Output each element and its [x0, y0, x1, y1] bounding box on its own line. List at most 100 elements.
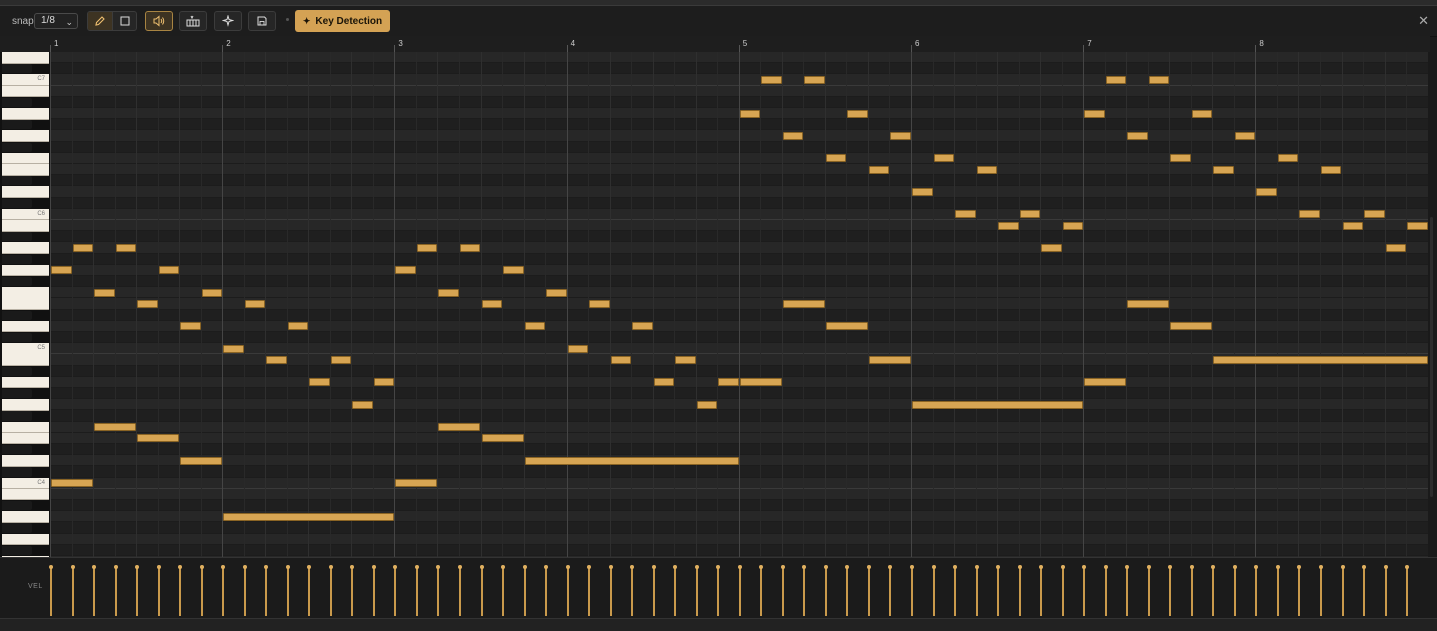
midi-note[interactable] — [374, 378, 395, 386]
midi-note[interactable] — [395, 266, 416, 274]
midi-note[interactable] — [352, 401, 373, 409]
midi-note[interactable] — [1170, 322, 1212, 330]
velocity-handle[interactable] — [1147, 565, 1151, 569]
scrollbar-thumb[interactable] — [1430, 217, 1433, 497]
midi-note[interactable] — [417, 244, 438, 252]
velocity-bar[interactable] — [610, 567, 612, 616]
velocity-bar[interactable] — [1255, 567, 1257, 616]
velocity-bar[interactable] — [265, 567, 267, 616]
velocity-bar[interactable] — [739, 567, 741, 616]
velocity-bar[interactable] — [631, 567, 633, 616]
velocity-handle[interactable] — [996, 565, 1000, 569]
velocity-handle[interactable] — [436, 565, 440, 569]
white-key[interactable] — [2, 534, 49, 546]
midi-note[interactable] — [1041, 244, 1062, 252]
velocity-handle[interactable] — [566, 565, 570, 569]
velocity-handle[interactable] — [802, 565, 806, 569]
midi-note[interactable] — [180, 457, 222, 465]
velocity-bar[interactable] — [1320, 567, 1322, 616]
velocity-bar[interactable] — [760, 567, 762, 616]
midi-note[interactable] — [1235, 132, 1256, 140]
black-key[interactable] — [2, 411, 32, 420]
select-tool-button[interactable] — [112, 12, 136, 30]
midi-note[interactable] — [223, 513, 394, 521]
velocity-handle[interactable] — [910, 565, 914, 569]
close-icon[interactable]: ✕ — [1418, 13, 1429, 29]
midi-note[interactable] — [568, 345, 589, 353]
note-grid[interactable] — [50, 52, 1428, 557]
velocity-handle[interactable] — [845, 565, 849, 569]
black-key[interactable] — [2, 311, 32, 320]
midi-note[interactable] — [202, 289, 223, 297]
midi-note[interactable] — [826, 154, 847, 162]
midi-note[interactable] — [1321, 166, 1342, 174]
timeline-ruler[interactable]: 12345678 — [50, 36, 1430, 53]
black-key[interactable] — [2, 232, 32, 241]
black-key[interactable] — [2, 98, 32, 107]
midi-note[interactable] — [934, 154, 955, 162]
velocity-bar[interactable] — [674, 567, 676, 616]
velocity-bar[interactable] — [416, 567, 418, 616]
velocity-bar[interactable] — [782, 567, 784, 616]
velocity-bar[interactable] — [437, 567, 439, 616]
midi-note[interactable] — [740, 378, 782, 386]
velocity-handle[interactable] — [393, 565, 397, 569]
velocity-bar[interactable] — [1212, 567, 1214, 616]
velocity-bar[interactable] — [1040, 567, 1042, 616]
velocity-bar[interactable] — [1342, 567, 1344, 616]
velocity-bar[interactable] — [846, 567, 848, 616]
velocity-bar[interactable] — [803, 567, 805, 616]
velocity-handle[interactable] — [458, 565, 462, 569]
velocity-bar[interactable] — [1169, 567, 1171, 616]
velocity-bar[interactable] — [1062, 567, 1064, 616]
velocity-handle[interactable] — [71, 565, 75, 569]
snap-select[interactable]: 1/8 ⌄ — [34, 13, 78, 29]
velocity-handle[interactable] — [975, 565, 979, 569]
midi-note[interactable] — [159, 266, 180, 274]
velocity-handle[interactable] — [1362, 565, 1366, 569]
midi-note[interactable] — [1084, 378, 1126, 386]
white-key[interactable] — [2, 52, 49, 64]
velocity-bar[interactable] — [976, 567, 978, 616]
midi-note[interactable] — [1127, 132, 1148, 140]
black-key[interactable] — [2, 176, 32, 185]
velocity-bar[interactable] — [179, 567, 181, 616]
velocity-bar[interactable] — [545, 567, 547, 616]
velocity-handle[interactable] — [523, 565, 527, 569]
midi-note[interactable] — [503, 266, 524, 274]
white-key[interactable] — [2, 108, 49, 120]
velocity-bar[interactable] — [502, 567, 504, 616]
black-key[interactable] — [2, 255, 32, 264]
piano-keyboard[interactable]: C7C6C5C4 — [0, 52, 50, 557]
velocity-bar[interactable] — [1191, 567, 1193, 616]
midi-note[interactable] — [847, 110, 868, 118]
midi-note[interactable] — [998, 222, 1019, 230]
black-key[interactable] — [2, 546, 32, 555]
velocity-handle[interactable] — [695, 565, 699, 569]
white-key[interactable] — [2, 265, 49, 277]
black-key[interactable] — [2, 277, 32, 286]
velocity-handle[interactable] — [1168, 565, 1172, 569]
velocity-handle[interactable] — [1190, 565, 1194, 569]
midi-note[interactable] — [51, 266, 72, 274]
midi-note[interactable] — [1192, 110, 1213, 118]
white-key[interactable] — [2, 130, 49, 142]
velocity-bar[interactable] — [394, 567, 396, 616]
velocity-handle[interactable] — [329, 565, 333, 569]
velocity-bar[interactable] — [653, 567, 655, 616]
velocity-bar[interactable] — [459, 567, 461, 616]
velocity-handle[interactable] — [1233, 565, 1237, 569]
velocity-handle[interactable] — [49, 565, 53, 569]
white-key[interactable] — [2, 511, 49, 523]
black-key[interactable] — [2, 143, 32, 152]
velocity-bar[interactable] — [201, 567, 203, 616]
velocity-bar[interactable] — [481, 567, 483, 616]
velocity-handle[interactable] — [652, 565, 656, 569]
velocity-handle[interactable] — [630, 565, 634, 569]
key-detection-button[interactable]: ✦ Key Detection — [295, 10, 390, 32]
midi-note[interactable] — [525, 322, 546, 330]
velocity-handle[interactable] — [1341, 565, 1345, 569]
midi-note[interactable] — [94, 423, 136, 431]
white-key[interactable] — [2, 186, 49, 198]
velocity-bar[interactable] — [954, 567, 956, 616]
